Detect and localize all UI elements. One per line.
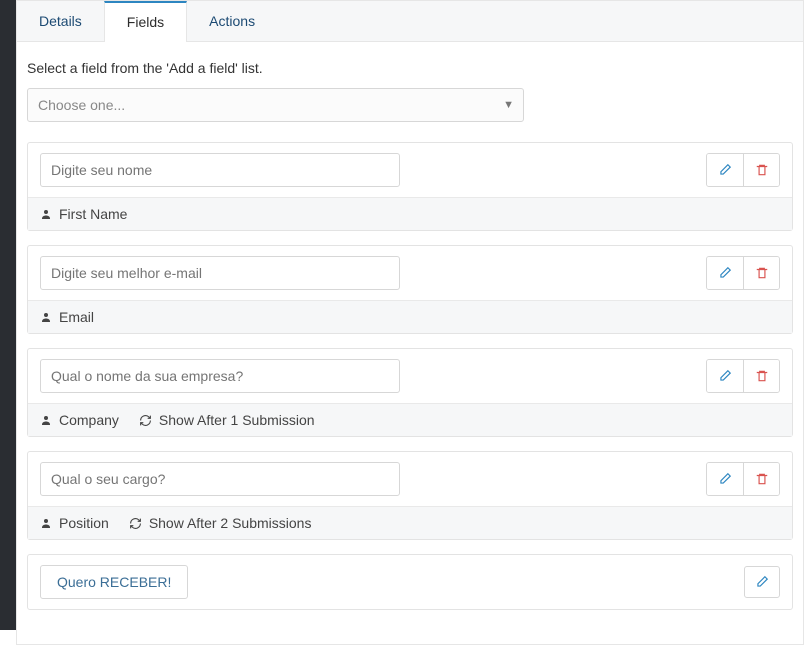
app-left-edge [0,0,16,630]
field-card: Company Show After 1 Submission [27,348,793,437]
edit-icon [718,266,732,280]
edit-icon [755,575,769,589]
add-field-select-wrap: Choose one... ▼ [27,88,524,122]
trash-icon [755,369,769,383]
field-preview-input [40,462,400,496]
user-icon [40,208,52,220]
tab-actions[interactable]: Actions [187,1,277,41]
field-show-after-label: Show After 1 Submission [159,412,315,428]
edit-field-button[interactable] [707,154,743,186]
refresh-icon [129,517,142,530]
trash-icon [755,163,769,177]
edit-icon [718,369,732,383]
field-card: Position Show After 2 Submissions [27,451,793,540]
instruction-text: Select a field from the 'Add a field' li… [27,60,793,76]
delete-field-button[interactable] [743,360,779,392]
field-card: First Name [27,142,793,231]
tab-bar: Details Fields Actions [17,1,803,42]
submit-preview-button: Quero RECEBER! [40,565,188,599]
field-type-label: Position [59,515,109,531]
refresh-icon [139,414,152,427]
field-type-label: First Name [59,206,127,222]
edit-icon [718,163,732,177]
edit-submit-button[interactable] [744,566,780,598]
field-actions [706,462,780,496]
edit-field-button[interactable] [707,257,743,289]
tab-details[interactable]: Details [17,1,104,41]
delete-field-button[interactable] [743,154,779,186]
field-preview-input [40,153,400,187]
submit-card: Quero RECEBER! [27,554,793,610]
tab-fields[interactable]: Fields [104,1,187,42]
field-card: Email [27,245,793,334]
field-actions [706,256,780,290]
add-field-select[interactable]: Choose one... [27,88,524,122]
trash-icon [755,266,769,280]
user-icon [40,414,52,426]
user-icon [40,517,52,529]
delete-field-button[interactable] [743,257,779,289]
field-actions [706,359,780,393]
field-preview-input [40,359,400,393]
field-type-label: Email [59,309,94,325]
field-preview-input [40,256,400,290]
edit-icon [718,472,732,486]
field-actions [706,153,780,187]
field-type-label: Company [59,412,119,428]
form-builder-panel: Details Fields Actions Select a field fr… [16,0,804,645]
delete-field-button[interactable] [743,463,779,495]
fields-content: Select a field from the 'Add a field' li… [17,42,803,644]
user-icon [40,311,52,323]
field-show-after-label: Show After 2 Submissions [149,515,312,531]
edit-field-button[interactable] [707,463,743,495]
edit-field-button[interactable] [707,360,743,392]
trash-icon [755,472,769,486]
